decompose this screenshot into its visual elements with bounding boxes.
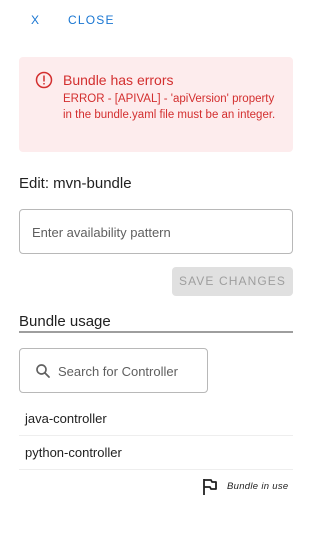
controller-search-input[interactable] — [58, 361, 203, 381]
save-changes-button[interactable]: SAVE CHANGES — [172, 267, 293, 296]
alert-title: Bundle has errors — [63, 72, 174, 88]
flag-icon — [203, 479, 217, 495]
bundle-in-use-label: Bundle in use — [227, 481, 289, 492]
controller-list: java-controller python-controller — [19, 402, 293, 470]
bundle-usage-title: Bundle usage — [19, 313, 111, 330]
top-bar: X CLOSE — [0, 0, 313, 40]
close-button[interactable]: CLOSE — [68, 13, 115, 27]
availability-pattern-input[interactable] — [32, 222, 282, 242]
error-circle-icon — [35, 71, 53, 89]
controller-item-python[interactable]: python-controller — [19, 436, 293, 470]
error-alert: Bundle has errors ERROR - [APIVAL] - 'ap… — [19, 57, 293, 152]
alert-message: ERROR - [APIVAL] - 'apiVersion' property… — [63, 93, 276, 121]
close-x-button[interactable]: X — [31, 13, 40, 27]
availability-pattern-field[interactable] — [19, 209, 293, 254]
controller-search-field[interactable] — [19, 348, 208, 393]
search-icon — [36, 364, 50, 378]
bundle-usage-divider — [19, 331, 293, 333]
controller-item-java[interactable]: java-controller — [19, 402, 293, 436]
edit-title: Edit: mvn-bundle — [19, 175, 132, 192]
